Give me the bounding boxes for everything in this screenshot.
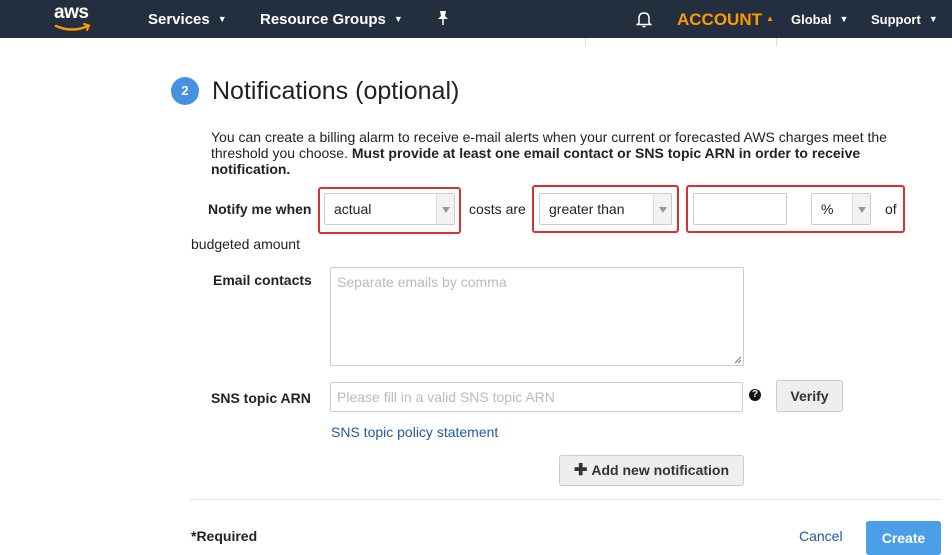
of-text: of — [885, 201, 897, 217]
divider — [776, 38, 777, 46]
budgeted-amount-text: budgeted amount — [191, 236, 300, 252]
step-description: You can create a billing alarm to receiv… — [211, 129, 911, 177]
top-navigation-bar: aws Services ▼ Resource Groups ▼ ACCOUNT ▲ … — [0, 0, 952, 38]
dropdown-arrow-icon — [436, 194, 454, 224]
sns-policy-link[interactable]: SNS topic policy statement — [331, 424, 498, 440]
add-notification-label: Add new notification — [591, 462, 730, 478]
notify-label: Notify me when — [208, 201, 312, 217]
region-label: Global — [791, 12, 832, 27]
dropdown-arrow-icon — [852, 194, 870, 224]
chevron-down-icon: ▼ — [217, 14, 227, 24]
comparison-value: greater than — [549, 201, 625, 217]
aws-smile-icon — [54, 23, 91, 31]
threshold-input[interactable] — [693, 193, 787, 225]
aws-logo[interactable]: aws — [52, 2, 98, 34]
costs-are-text: costs are — [469, 201, 526, 217]
sns-topic-arn-field[interactable] — [330, 382, 743, 412]
required-note: *Required — [191, 528, 258, 544]
cost-type-value: actual — [334, 201, 372, 217]
create-button[interactable]: Create — [866, 521, 941, 555]
email-contacts-label: Email contacts — [213, 272, 312, 288]
step-number-badge: 2 — [171, 77, 199, 105]
sns-topic-label: SNS topic ARN — [211, 390, 311, 406]
cancel-button[interactable]: Cancel — [799, 528, 843, 544]
comparison-select[interactable]: greater than — [539, 193, 672, 225]
divider — [585, 38, 586, 46]
add-notification-button[interactable]: ✚ Add new notification — [559, 455, 744, 486]
account-label: ACCOUNT — [677, 10, 762, 29]
services-menu[interactable]: Services ▼ — [148, 0, 227, 38]
chevron-down-icon: ▼ — [928, 14, 938, 24]
threshold-unit-value: % — [821, 201, 834, 217]
chevron-down-icon: ▼ — [839, 14, 849, 24]
section-divider — [190, 499, 940, 500]
support-menu[interactable]: Support ▼ — [871, 0, 938, 38]
chevron-down-icon: ▼ — [393, 14, 403, 24]
cost-type-select[interactable]: actual — [324, 193, 455, 225]
account-menu[interactable]: ACCOUNT ▲ — [677, 0, 774, 38]
dropdown-arrow-icon — [653, 194, 671, 224]
resource-groups-label: Resource Groups — [260, 11, 386, 28]
pin-icon[interactable] — [436, 0, 450, 37]
verify-button[interactable]: Verify — [776, 380, 843, 412]
email-contacts-field[interactable] — [330, 267, 744, 366]
services-label: Services — [148, 11, 210, 28]
support-label: Support — [871, 12, 921, 27]
plus-icon: ✚ — [573, 462, 588, 479]
region-menu[interactable]: Global ▼ — [791, 0, 848, 38]
resource-groups-menu[interactable]: Resource Groups ▼ — [260, 0, 403, 38]
bell-icon[interactable] — [635, 0, 653, 38]
threshold-unit-select[interactable]: % — [811, 193, 871, 225]
page-title: Notifications (optional) — [212, 77, 460, 105]
chevron-up-icon: ▲ — [766, 14, 774, 23]
help-icon[interactable]: ? — [749, 389, 761, 401]
